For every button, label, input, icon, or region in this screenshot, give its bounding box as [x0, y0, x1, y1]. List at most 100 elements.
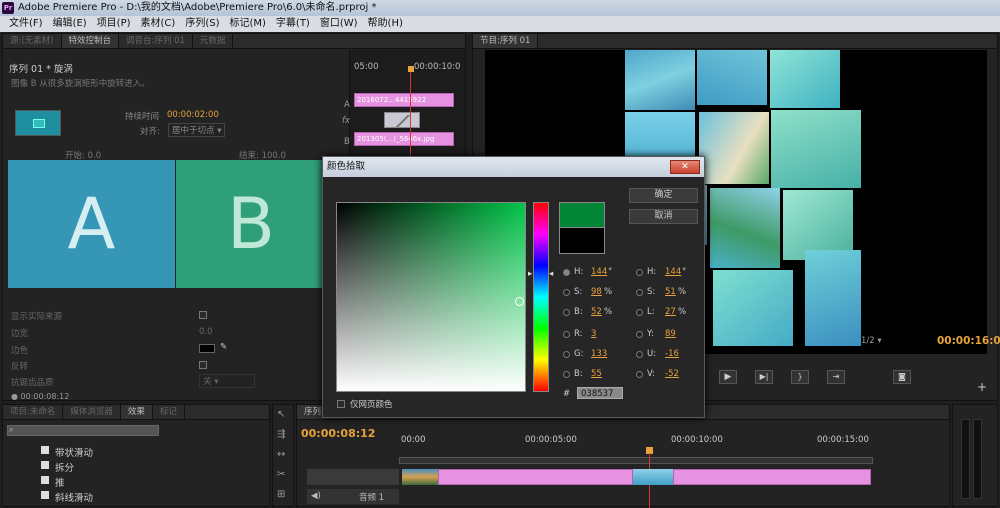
value-y[interactable]: 89 [665, 329, 676, 339]
value-green[interactable]: 133 [591, 349, 607, 359]
close-icon[interactable]: ✕ [670, 160, 700, 174]
align-dropdown[interactable]: 居中于切点 ▾ [168, 123, 226, 137]
tab-project[interactable]: 项目:未命名 [3, 405, 64, 419]
tick-label: 00:00:10:00 [671, 435, 723, 445]
menu-file[interactable]: 文件(F) [4, 16, 48, 32]
speaker-icon[interactable]: ◀) [311, 491, 321, 501]
value-red[interactable]: 3 [591, 329, 596, 339]
thumbnail-a[interactable]: A [8, 160, 175, 288]
timeline-clip[interactable] [438, 469, 633, 485]
menu-title[interactable]: 字幕(T) [271, 16, 315, 32]
timeline-clip-thumb[interactable] [633, 469, 673, 485]
tab-effects[interactable]: 效果 [120, 405, 153, 419]
hex-input[interactable]: 038537 [577, 387, 623, 399]
step-forward-button[interactable]: ▶| [755, 370, 773, 384]
show-source-checkbox[interactable] [199, 311, 207, 319]
tab-metadata[interactable]: 元数据 [193, 34, 234, 48]
label-hsl-saturation: S: [647, 287, 656, 297]
add-button-icon[interactable]: + [977, 380, 987, 394]
timeline-clip[interactable] [673, 469, 871, 485]
razor-tool-icon[interactable]: ✂ [277, 469, 285, 480]
meter-channel-right [973, 419, 982, 499]
radio-v[interactable] [636, 371, 643, 378]
radio-hsl-hue[interactable] [636, 269, 643, 276]
timeline-timecode[interactable]: 00:00:08:12 [301, 427, 375, 440]
timeline-clip-thumb[interactable] [402, 469, 438, 485]
tab-markers[interactable]: 标记 [153, 405, 185, 419]
tab-media-browser[interactable]: 媒体浏览器 [63, 405, 121, 419]
play-button[interactable]: ▶ [719, 370, 737, 384]
border-color-swatch[interactable] [199, 344, 215, 353]
value-saturation[interactable]: 98 [591, 287, 602, 297]
value-hsl-hue[interactable]: 144 [665, 267, 681, 277]
menu-clip[interactable]: 素材(C) [136, 16, 181, 32]
antialias-dropdown[interactable]: 关 ▾ [199, 374, 255, 388]
effect-item[interactable]: 拆分 [55, 460, 74, 474]
radio-y[interactable] [636, 331, 643, 338]
track-select-tool-icon[interactable]: ⇶ [277, 429, 285, 440]
menu-project[interactable]: 项目(P) [92, 16, 136, 32]
video-track-header[interactable] [307, 469, 399, 485]
value-hue[interactable]: 144 [591, 267, 607, 277]
effects-search-input[interactable] [7, 425, 159, 436]
value-u[interactable]: -16 [665, 349, 679, 359]
radio-saturation[interactable] [563, 289, 570, 296]
value-lightness[interactable]: 27 [665, 307, 676, 317]
menu-help[interactable]: 帮助(H) [363, 16, 408, 32]
transition-block[interactable] [384, 112, 420, 128]
go-to-out-button[interactable]: } [791, 370, 809, 384]
reverse-checkbox[interactable] [199, 361, 207, 369]
saturation-brightness-field[interactable] [336, 202, 526, 392]
ok-button[interactable]: 确定 [629, 188, 698, 203]
duration-value[interactable]: 00:00:02:00 [167, 110, 219, 120]
radio-lightness[interactable] [636, 309, 643, 316]
radio-brightness[interactable] [563, 309, 570, 316]
value-brightness[interactable]: 52 [591, 307, 602, 317]
hue-slider[interactable] [533, 202, 549, 392]
effect-icon [41, 476, 49, 484]
slip-tool-icon[interactable]: ⊞ [277, 489, 285, 500]
playhead-handle[interactable] [408, 66, 414, 72]
work-area-bar[interactable] [399, 457, 873, 464]
video-tile [710, 188, 780, 268]
thumbnail-b[interactable]: B [176, 160, 326, 288]
video-tile [625, 50, 695, 110]
eyedropper-icon[interactable]: ✎ [220, 342, 227, 352]
radio-green[interactable] [563, 351, 570, 358]
web-only-checkbox[interactable] [337, 400, 345, 408]
value-blue[interactable]: 55 [591, 369, 602, 379]
radio-red[interactable] [563, 331, 570, 338]
tab-audio-mixer[interactable]: 调音台:序列 01 [119, 34, 193, 48]
selection-tool-icon[interactable]: ↖ [277, 409, 285, 420]
clip-b[interactable]: 201305(...)_5646x.jpg [354, 132, 454, 146]
border-width-value[interactable]: 0.0 [199, 327, 213, 337]
value-v[interactable]: -52 [665, 369, 679, 379]
ripple-tool-icon[interactable]: ↔ [277, 449, 285, 460]
menu-edit[interactable]: 编辑(E) [48, 16, 92, 32]
menu-window[interactable]: 窗口(W) [315, 16, 363, 32]
effect-item[interactable]: 带状滑动 [55, 445, 93, 459]
radio-hue[interactable] [563, 269, 570, 276]
hue-slider-handle-left[interactable]: ▸ [528, 269, 532, 279]
hue-slider-handle-right[interactable]: ◂ [549, 269, 553, 279]
tab-source[interactable]: 源:(无素材) [3, 34, 62, 48]
radio-u[interactable] [636, 351, 643, 358]
video-tile [699, 112, 769, 184]
effect-item[interactable]: 斜线滑动 [55, 490, 93, 504]
radio-hsl-saturation[interactable] [636, 289, 643, 296]
menu-sequence[interactable]: 序列(S) [180, 16, 224, 32]
menu-marker[interactable]: 标记(M) [224, 16, 270, 32]
dialog-title: 颜色拾取 [323, 157, 704, 177]
tab-effect-controls[interactable]: 特效控制台 [61, 34, 120, 48]
clip-a[interactable]: 2016072...4415922 [354, 93, 454, 107]
insert-button[interactable]: ⇥ [827, 370, 845, 384]
value-hsl-saturation[interactable]: 51 [665, 287, 676, 297]
camera-icon[interactable]: ◙ [893, 370, 911, 384]
unit-hsl-saturation: % [678, 287, 687, 297]
timeline-panel: 序列 01 00:00:08:12 00:00 00:00:05:00 00:0… [296, 404, 950, 508]
fx-icon: fx [342, 116, 351, 126]
cancel-button[interactable]: 取消 [629, 209, 698, 224]
radio-blue[interactable] [563, 371, 570, 378]
tab-program[interactable]: 节目:序列 01 [473, 34, 539, 48]
effect-item[interactable]: 推 [55, 475, 65, 489]
